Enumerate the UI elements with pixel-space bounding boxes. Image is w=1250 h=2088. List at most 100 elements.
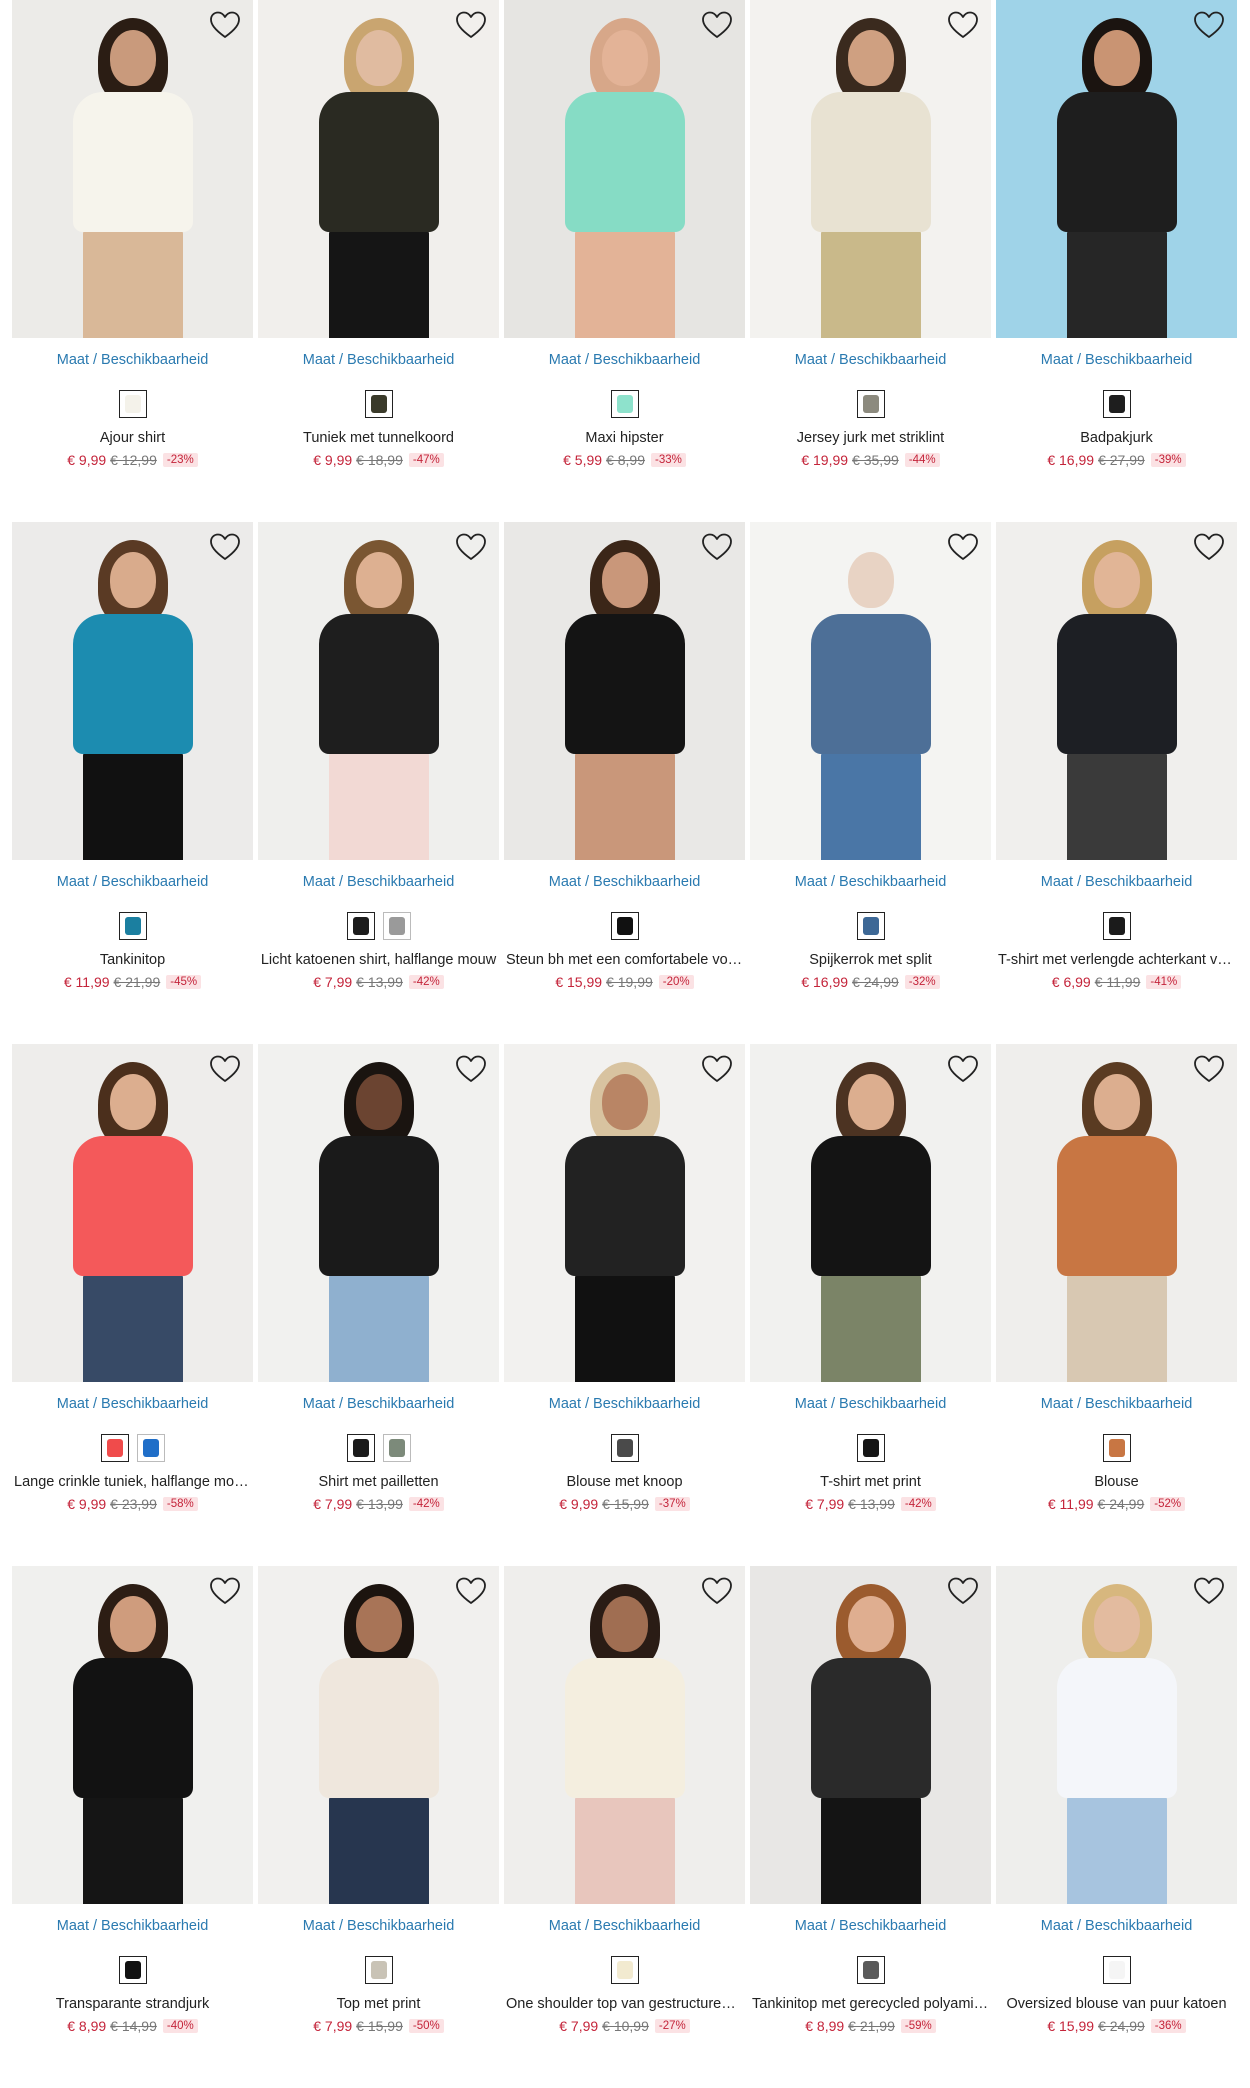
product-card[interactable]: Maat / Beschikbaarheid Lange crinkle tun…	[12, 1044, 253, 1566]
color-swatch[interactable]	[610, 390, 639, 418]
product-title[interactable]: T-shirt met print	[750, 1474, 991, 1494]
product-card[interactable]: Maat / Beschikbaarheid T-shirt met verle…	[996, 522, 1237, 1044]
wishlist-heart-icon[interactable]	[947, 1054, 979, 1084]
size-availability-link[interactable]: Maat / Beschikbaarheid	[750, 1396, 991, 1416]
color-swatch[interactable]	[364, 1956, 393, 1984]
size-availability-link[interactable]: Maat / Beschikbaarheid	[258, 352, 499, 372]
product-title[interactable]: Maxi hipster	[504, 430, 745, 450]
size-availability-link[interactable]: Maat / Beschikbaarheid	[12, 1918, 253, 1938]
product-title[interactable]: One shoulder top van gestructureerde jer…	[504, 1996, 745, 2016]
size-availability-link[interactable]: Maat / Beschikbaarheid	[996, 1396, 1237, 1416]
product-title[interactable]: Oversized blouse van puur katoen	[996, 1996, 1237, 2016]
product-card[interactable]: Maat / Beschikbaarheid Tankinitop € 11,9…	[12, 522, 253, 1044]
product-card[interactable]: Maat / Beschikbaarheid Oversized blouse …	[996, 1566, 1237, 2088]
product-card[interactable]: Maat / Beschikbaarheid Maxi hipster € 5,…	[504, 0, 745, 522]
product-card[interactable]: Maat / Beschikbaarheid Tankinitop met ge…	[750, 1566, 991, 2088]
product-title[interactable]: Badpakjurk	[996, 430, 1237, 450]
size-availability-link[interactable]: Maat / Beschikbaarheid	[750, 352, 991, 372]
product-title[interactable]: Tankinitop	[12, 952, 253, 972]
color-swatch[interactable]	[118, 390, 147, 418]
product-title[interactable]: Blouse met knoop	[504, 1474, 745, 1494]
size-availability-link[interactable]: Maat / Beschikbaarheid	[12, 352, 253, 372]
color-swatch[interactable]	[856, 390, 885, 418]
product-title[interactable]: T-shirt met verlengde achterkant voor	[996, 952, 1237, 972]
color-swatch[interactable]	[346, 1434, 375, 1462]
product-image[interactable]	[258, 1044, 499, 1382]
size-availability-link[interactable]: Maat / Beschikbaarheid	[996, 352, 1237, 372]
wishlist-heart-icon[interactable]	[455, 1054, 487, 1084]
wishlist-heart-icon[interactable]	[1193, 1054, 1225, 1084]
product-image[interactable]	[996, 0, 1237, 338]
product-title[interactable]: Tuniek met tunnelkoord	[258, 430, 499, 450]
color-swatch[interactable]	[1102, 1434, 1131, 1462]
size-availability-link[interactable]: Maat / Beschikbaarheid	[996, 874, 1237, 894]
wishlist-heart-icon[interactable]	[209, 1576, 241, 1606]
product-card[interactable]: Maat / Beschikbaarheid Ajour shirt € 9,9…	[12, 0, 253, 522]
product-card[interactable]: Maat / Beschikbaarheid Blouse met knoop …	[504, 1044, 745, 1566]
product-image[interactable]	[750, 1566, 991, 1904]
size-availability-link[interactable]: Maat / Beschikbaarheid	[258, 874, 499, 894]
product-card[interactable]: Maat / Beschikbaarheid Tuniek met tunnel…	[258, 0, 499, 522]
color-swatch[interactable]	[100, 1434, 129, 1462]
wishlist-heart-icon[interactable]	[701, 10, 733, 40]
wishlist-heart-icon[interactable]	[947, 532, 979, 562]
size-availability-link[interactable]: Maat / Beschikbaarheid	[12, 874, 253, 894]
product-image[interactable]	[750, 0, 991, 338]
product-title[interactable]: Lange crinkle tuniek, halflange mouw	[12, 1474, 253, 1494]
product-image[interactable]	[12, 1566, 253, 1904]
wishlist-heart-icon[interactable]	[1193, 10, 1225, 40]
size-availability-link[interactable]: Maat / Beschikbaarheid	[504, 352, 745, 372]
wishlist-heart-icon[interactable]	[209, 10, 241, 40]
wishlist-heart-icon[interactable]	[701, 1576, 733, 1606]
size-availability-link[interactable]: Maat / Beschikbaarheid	[258, 1396, 499, 1416]
product-card[interactable]: Maat / Beschikbaarheid Steun bh met een …	[504, 522, 745, 1044]
color-swatch[interactable]	[610, 912, 639, 940]
product-image[interactable]	[504, 522, 745, 860]
color-swatch[interactable]	[856, 1434, 885, 1462]
product-title[interactable]: Spijkerrok met split	[750, 952, 991, 972]
product-image[interactable]	[750, 522, 991, 860]
size-availability-link[interactable]: Maat / Beschikbaarheid	[504, 874, 745, 894]
color-swatch[interactable]	[382, 1434, 411, 1462]
product-image[interactable]	[504, 1044, 745, 1382]
product-title[interactable]: Transparante strandjurk	[12, 1996, 253, 2016]
color-swatch[interactable]	[1102, 390, 1131, 418]
product-card[interactable]: Maat / Beschikbaarheid One shoulder top …	[504, 1566, 745, 2088]
size-availability-link[interactable]: Maat / Beschikbaarheid	[258, 1918, 499, 1938]
product-title[interactable]: Tankinitop met gerecycled polyamide	[750, 1996, 991, 2016]
size-availability-link[interactable]: Maat / Beschikbaarheid	[504, 1396, 745, 1416]
color-swatch[interactable]	[346, 912, 375, 940]
color-swatch[interactable]	[610, 1434, 639, 1462]
product-image[interactable]	[12, 0, 253, 338]
product-title[interactable]: Top met print	[258, 1996, 499, 2016]
size-availability-link[interactable]: Maat / Beschikbaarheid	[750, 874, 991, 894]
color-swatch[interactable]	[1102, 1956, 1131, 1984]
product-image[interactable]	[996, 1566, 1237, 1904]
product-title[interactable]: Steun bh met een comfortabele voorsluiti…	[504, 952, 745, 972]
product-title[interactable]: Licht katoenen shirt, halflange mouw	[258, 952, 499, 972]
size-availability-link[interactable]: Maat / Beschikbaarheid	[504, 1918, 745, 1938]
wishlist-heart-icon[interactable]	[209, 532, 241, 562]
product-title[interactable]: Shirt met pailletten	[258, 1474, 499, 1494]
color-swatch[interactable]	[856, 1956, 885, 1984]
size-availability-link[interactable]: Maat / Beschikbaarheid	[750, 1918, 991, 1938]
wishlist-heart-icon[interactable]	[455, 10, 487, 40]
product-card[interactable]: Maat / Beschikbaarheid T-shirt met print…	[750, 1044, 991, 1566]
size-availability-link[interactable]: Maat / Beschikbaarheid	[996, 1918, 1237, 1938]
color-swatch[interactable]	[118, 1956, 147, 1984]
product-image[interactable]	[258, 522, 499, 860]
color-swatch[interactable]	[1102, 912, 1131, 940]
product-image[interactable]	[504, 0, 745, 338]
product-card[interactable]: Maat / Beschikbaarheid Shirt met paillet…	[258, 1044, 499, 1566]
product-image[interactable]	[750, 1044, 991, 1382]
product-image[interactable]	[12, 1044, 253, 1382]
size-availability-link[interactable]: Maat / Beschikbaarheid	[12, 1396, 253, 1416]
product-image[interactable]	[996, 1044, 1237, 1382]
product-card[interactable]: Maat / Beschikbaarheid Spijkerrok met sp…	[750, 522, 991, 1044]
color-swatch[interactable]	[610, 1956, 639, 1984]
product-title[interactable]: Blouse	[996, 1474, 1237, 1494]
wishlist-heart-icon[interactable]	[947, 10, 979, 40]
wishlist-heart-icon[interactable]	[1193, 1576, 1225, 1606]
color-swatch[interactable]	[118, 912, 147, 940]
color-swatch[interactable]	[856, 912, 885, 940]
